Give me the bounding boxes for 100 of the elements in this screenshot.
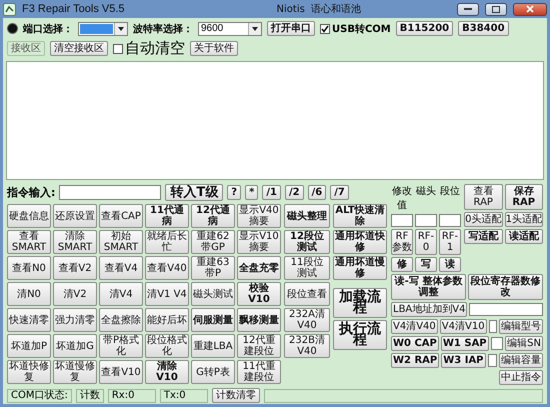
command-button[interactable]: 清除V10 — [145, 360, 189, 384]
command-button[interactable]: 清V2 — [53, 282, 97, 306]
read-write-button[interactable]: 修 — [391, 257, 413, 272]
command-button[interactable]: 12段位测试 — [284, 230, 330, 254]
adapt-button[interactable]: 读适配 — [504, 229, 543, 244]
command-button[interactable]: 全盘充零 — [237, 256, 281, 280]
command-button[interactable]: 飘移测量 — [237, 308, 281, 332]
adapt-button[interactable]: 0头适配 — [464, 212, 502, 227]
baud-button[interactable]: B38400 — [458, 21, 509, 36]
command-button[interactable]: 快速清零 — [7, 308, 51, 332]
command-button[interactable]: 伺服测量 — [191, 308, 235, 332]
register-op-button[interactable]: V4清V10 — [440, 319, 487, 334]
command-button[interactable]: 磁头测试 — [191, 282, 235, 306]
receive-text-area[interactable] — [6, 61, 544, 180]
receive-area-button[interactable]: 接收区 — [7, 41, 45, 56]
edit-button[interactable]: 编辑型号 — [499, 319, 543, 334]
close-button[interactable] — [513, 2, 547, 16]
register-op-button[interactable]: V4清V40 — [391, 319, 438, 334]
command-button[interactable]: 重建63带P — [191, 256, 235, 280]
param-input[interactable] — [391, 214, 413, 227]
maximize-button[interactable] — [485, 2, 507, 16]
command-button[interactable]: 11代通病 — [145, 204, 189, 228]
command-button[interactable]: 232A清V40 — [284, 308, 330, 332]
command-button[interactable]: 强力清零 — [53, 308, 97, 332]
baud-dropdown[interactable]: 9600 — [198, 22, 262, 36]
command-button[interactable]: 还原设置 — [53, 204, 97, 228]
command-button[interactable]: 带P格式化 — [99, 334, 143, 358]
command-button[interactable]: 232B清V40 — [284, 334, 330, 358]
command-button[interactable]: 初始SMART — [99, 230, 143, 254]
register-op-button[interactable]: W3 IAP — [441, 353, 486, 368]
usb-com-checkbox[interactable] — [320, 24, 330, 34]
rf-button[interactable]: RF-1 — [439, 229, 461, 255]
command-input[interactable] — [59, 185, 162, 200]
adapt-button[interactable]: 1头适配 — [504, 212, 543, 227]
lba-input[interactable] — [469, 303, 543, 316]
adapt-button[interactable]: 保存RAP — [504, 184, 543, 210]
register-op-button[interactable]: W0 CAP — [391, 336, 439, 351]
value-input[interactable] — [488, 354, 497, 367]
command-button[interactable]: 查看SMART — [7, 230, 51, 254]
command-button[interactable]: 查看V4 — [99, 256, 143, 280]
command-button[interactable]: 显示V10摘要 — [237, 230, 281, 254]
command-button[interactable]: 清除SMART — [53, 230, 97, 254]
command-button[interactable]: 11段位测试 — [284, 256, 330, 280]
rf-button[interactable]: RF-0 — [415, 229, 437, 255]
command-button[interactable]: 清V1 V4 — [145, 282, 189, 306]
command-button[interactable]: 校验V10 — [237, 282, 281, 306]
command-button[interactable]: 查看N0 — [7, 256, 51, 280]
command-button[interactable]: G转P表 — [191, 360, 235, 384]
command-button[interactable]: 重建LBA — [191, 334, 235, 358]
edit-button[interactable]: 编辑SN — [505, 336, 543, 351]
command-button[interactable]: 坏道加P — [7, 334, 51, 358]
shortcut-button[interactable]: * — [245, 185, 258, 200]
rf-button[interactable]: RF参数 — [391, 229, 413, 255]
command-button[interactable]: 清N0 — [7, 282, 51, 306]
register-op-button[interactable]: W2 RAP — [391, 353, 440, 368]
shortcut-button[interactable]: /7 — [330, 185, 349, 200]
value-input[interactable] — [490, 337, 504, 350]
register-button[interactable]: 段位寄存器数修改 — [468, 274, 543, 300]
adapt-button[interactable]: 查看RAP — [464, 184, 502, 210]
shortcut-button[interactable]: /6 — [308, 185, 326, 200]
submit-button[interactable]: 转入T级 — [165, 184, 224, 201]
command-button[interactable]: 11代重建段位 — [237, 360, 281, 384]
read-write-button[interactable]: 写 — [415, 257, 437, 272]
command-button[interactable]: 查看V2 — [53, 256, 97, 280]
command-button[interactable]: 12代通病 — [191, 204, 235, 228]
command-button[interactable]: 坏道慢修复 — [53, 360, 97, 384]
value-input[interactable] — [488, 320, 497, 333]
flow-button[interactable]: 加载流程 — [333, 288, 387, 318]
command-button[interactable]: 就绪后长忙 — [145, 230, 189, 254]
lba-button[interactable]: LBA地址加到V4 — [391, 302, 468, 317]
adapt-button[interactable]: 写适配 — [464, 229, 502, 244]
command-button[interactable]: 查看V40 — [145, 256, 189, 280]
clear-receive-button[interactable]: 清空接收区 — [50, 41, 108, 56]
command-button[interactable]: 坏道加G — [53, 334, 97, 358]
register-op-button[interactable]: W1 SAP — [440, 336, 489, 351]
edit-button[interactable]: 编辑容量 — [499, 353, 543, 368]
command-button[interactable]: 重建62带GP — [191, 230, 235, 254]
command-button[interactable]: 清V4 — [99, 282, 143, 306]
minimize-button[interactable] — [457, 2, 479, 16]
open-port-button[interactable]: 打开串口 — [267, 21, 315, 36]
command-button[interactable]: 查看V10 — [99, 360, 143, 384]
param-input[interactable] — [415, 214, 437, 227]
flow-button[interactable]: 执行流程 — [333, 320, 387, 350]
command-button[interactable]: 通用坏道慢修 — [333, 256, 387, 280]
command-button[interactable]: 磁头整理 — [284, 204, 330, 228]
command-button[interactable]: 显示V40摘要 — [237, 204, 281, 228]
auto-clear-checkbox[interactable] — [113, 44, 123, 54]
shortcut-button[interactable]: /1 — [262, 185, 281, 200]
command-button[interactable]: 段位查看 — [284, 282, 330, 306]
param-input[interactable] — [439, 214, 461, 227]
shortcut-button[interactable]: /2 — [284, 185, 304, 200]
shortcut-button[interactable]: ? — [227, 185, 242, 200]
stop-button[interactable]: 中止指令 — [499, 370, 543, 385]
command-button[interactable]: 全盘擦除 — [99, 308, 143, 332]
reset-count-button[interactable]: 计数清零 — [212, 388, 260, 403]
command-button[interactable]: 查看CAP — [99, 204, 143, 228]
command-button[interactable]: ALT快速清除 — [333, 204, 387, 228]
read-write-button[interactable]: 读 — [439, 257, 461, 272]
baud-button[interactable]: B115200 — [396, 21, 454, 36]
command-button[interactable]: 12代重建段位 — [237, 334, 281, 358]
